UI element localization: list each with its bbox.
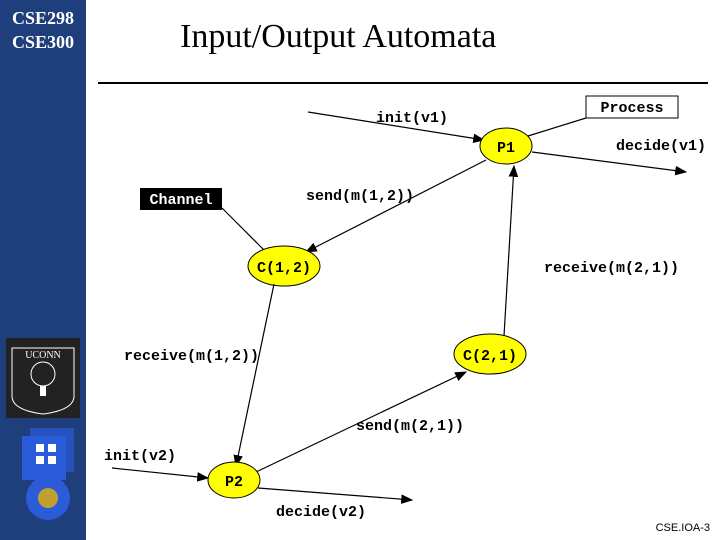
label-process: Process [600,100,663,117]
label-receive-m21: receive(m(2,1)) [544,260,679,277]
course-label-1: CSE298 [0,8,86,29]
page-title: Input/Output Automata [180,18,496,56]
label-receive-m12: receive(m(1,2)) [124,348,259,365]
label-decide-v1: decide(v1) [616,138,706,155]
label-send-m21: send(m(2,1)) [356,418,464,435]
label-init-v1: init(v1) [376,110,448,127]
label-send-m12: send(m(1,2)) [306,188,414,205]
node-p2: P2 [225,474,243,491]
label-decide-v2: decide(v2) [276,504,366,521]
course-label-2: CSE300 [0,32,86,53]
uconn-badge: UCONN [6,338,80,418]
slide-number: CSE.IOA-3 [656,522,710,534]
label-channel: Channel [149,192,212,209]
node-p1: P1 [497,140,515,157]
label-init-v2: init(v2) [104,448,176,465]
sidebar: CSE298 CSE300 UCONN [0,0,86,540]
dept-logo [18,428,78,528]
diagram: init(v1) Process P1 decide(v1) Channel s… [86,82,720,540]
node-c21: C(2,1) [463,348,517,365]
svg-text:UCONN: UCONN [25,350,61,361]
node-c12: C(1,2) [257,260,311,277]
